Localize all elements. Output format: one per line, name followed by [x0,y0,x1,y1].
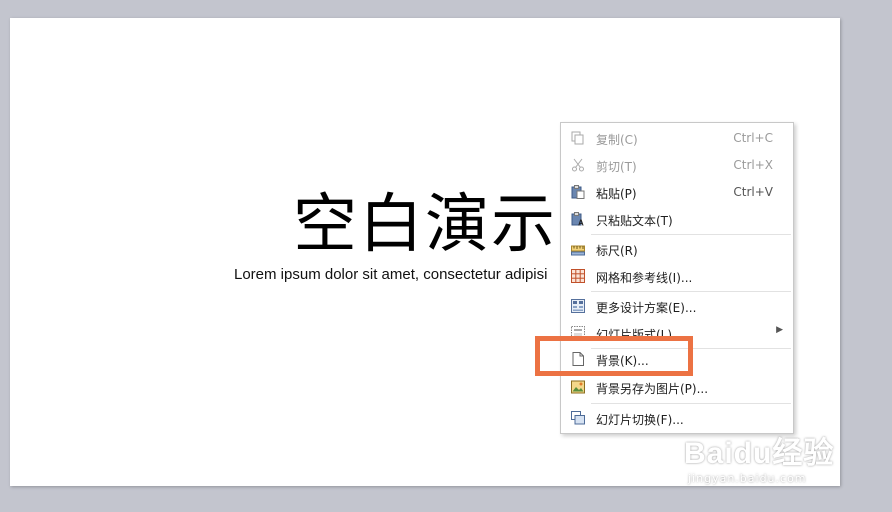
design-icon [570,298,586,314]
menu-item-shortcut: Ctrl+V [733,185,773,199]
menu-item-background[interactable]: 背景(K)... [563,346,791,372]
menu-item-label: 幻灯片切换(F)... [596,413,684,427]
menu-item-label: 标尺(R) [596,244,638,258]
menu-item-ruler[interactable]: 标尺(R) [563,236,791,262]
menu-item-grid-guides[interactable]: 网格和参考线(I)... [563,263,791,289]
menu-item-label: 复制(C) [596,133,638,147]
slide-subtitle[interactable]: Lorem ipsum dolor sit amet, consectetur … [234,266,547,283]
cut-icon [570,157,586,173]
menu-separator [591,291,791,292]
menu-item-slide-layout[interactable]: 幻灯片版式(L) ▶ [563,320,791,346]
menu-item-label: 背景(K)... [596,354,649,368]
watermark-logo: Baidu经验 [684,437,835,470]
svg-text:A: A [578,219,584,227]
menu-separator [591,234,791,235]
save-bg-image-icon [570,379,586,395]
paste-text-icon: A [570,211,586,227]
menu-item-label: 更多设计方案(E)... [596,301,697,315]
menu-item-label: 只粘贴文本(T) [596,214,673,228]
menu-item-shortcut: Ctrl+X [733,158,773,172]
menu-item-save-background-as-image[interactable]: 背景另存为图片(P)... [563,374,791,400]
menu-item-cut[interactable]: 剪切(T) Ctrl+X [563,152,791,178]
slide-transition-icon [570,410,586,426]
context-menu: 复制(C) Ctrl+C 剪切(T) Ctrl+X 粘贴(P) Ctrl+V A… [560,122,794,434]
submenu-arrow-icon: ▶ [776,325,783,335]
menu-item-more-designs[interactable]: 更多设计方案(E)... [563,293,791,319]
background-icon [570,351,586,367]
paste-icon [570,184,586,200]
menu-item-paste[interactable]: 粘贴(P) Ctrl+V [563,179,791,205]
ruler-icon [570,241,586,257]
menu-item-label: 网格和参考线(I)... [596,271,693,285]
menu-item-label: 剪切(T) [596,160,637,174]
watermark: Baidu经验 jingyan.baidu.com [684,428,835,485]
menu-separator [591,403,791,404]
menu-item-paste-text-only[interactable]: A 只粘贴文本(T) [563,206,791,232]
menu-item-shortcut: Ctrl+C [733,131,773,145]
menu-item-copy[interactable]: 复制(C) Ctrl+C [563,125,791,151]
watermark-url: jingyan.baidu.com [688,472,807,485]
menu-item-label: 背景另存为图片(P)... [596,382,709,396]
layout-icon [570,325,586,341]
menu-item-label: 粘贴(P) [596,187,637,201]
menu-item-label: 幻灯片版式(L) [596,328,673,342]
grid-icon [570,268,586,284]
copy-icon [570,130,586,146]
